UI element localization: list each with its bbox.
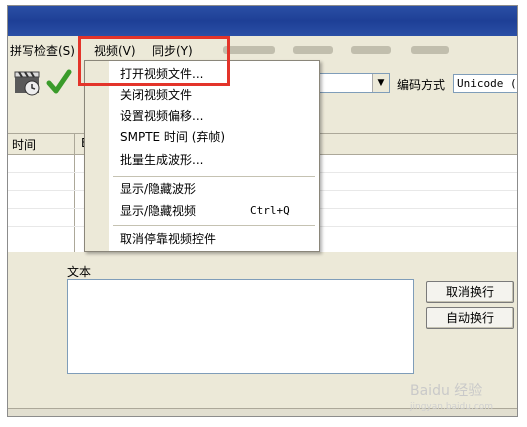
- menu-spellcheck[interactable]: 拼写检查(S): [10, 42, 75, 60]
- blurred-menu-item[interactable]: [293, 46, 333, 54]
- subtitle-text-input[interactable]: [67, 279, 414, 374]
- column-divider: [74, 134, 75, 252]
- menu-separator: [113, 176, 315, 177]
- auto-wrap-button[interactable]: 自动换行: [426, 307, 514, 329]
- blurred-menu-item[interactable]: [223, 46, 275, 54]
- encoding-select[interactable]: Unicode (U: [453, 74, 517, 93]
- menu-icon-gutter: [85, 61, 109, 251]
- style-combo[interactable]: ▼: [318, 73, 390, 93]
- menu-item-set-video-offset[interactable]: 设置视频偏移...: [120, 106, 203, 126]
- menu-item-close-video[interactable]: 关闭视频文件: [120, 85, 192, 105]
- column-header-time[interactable]: 时间: [12, 136, 36, 153]
- title-bar: [8, 6, 517, 36]
- text-label: 文本: [67, 265, 92, 279]
- menu-item-toggle-video[interactable]: 显示/隐藏视频: [120, 201, 196, 221]
- encoding-label: 编码方式: [397, 78, 446, 92]
- cancel-wrap-button[interactable]: 取消换行: [426, 281, 514, 303]
- checkmark-icon[interactable]: [46, 68, 72, 96]
- chevron-down-icon[interactable]: ▼: [372, 74, 389, 92]
- menu-separator: [113, 225, 315, 226]
- baidu-jingyan-watermark: Baidu 经验: [410, 383, 483, 399]
- watermark-url: jingyan.baidu.com: [410, 402, 494, 412]
- red-highlight-box: [78, 36, 230, 86]
- menu-shortcut-ctrl-q: Ctrl+Q: [250, 204, 290, 217]
- menu-item-batch-waveform[interactable]: 批量生成波形...: [120, 150, 203, 170]
- clapperboard-clock-icon[interactable]: [14, 69, 42, 97]
- video-menu-dropdown: 打开视频文件... 关闭视频文件 设置视频偏移... SMPTE 时间 (弃帧)…: [84, 60, 320, 252]
- menu-item-undock-video[interactable]: 取消停靠视频控件: [120, 229, 216, 249]
- menu-item-smpte-time[interactable]: SMPTE 时间 (弃帧): [120, 127, 225, 147]
- blurred-menu-item[interactable]: [411, 46, 449, 54]
- menu-item-toggle-waveform[interactable]: 显示/隐藏波形: [120, 179, 196, 199]
- blurred-menu-item[interactable]: [351, 46, 391, 54]
